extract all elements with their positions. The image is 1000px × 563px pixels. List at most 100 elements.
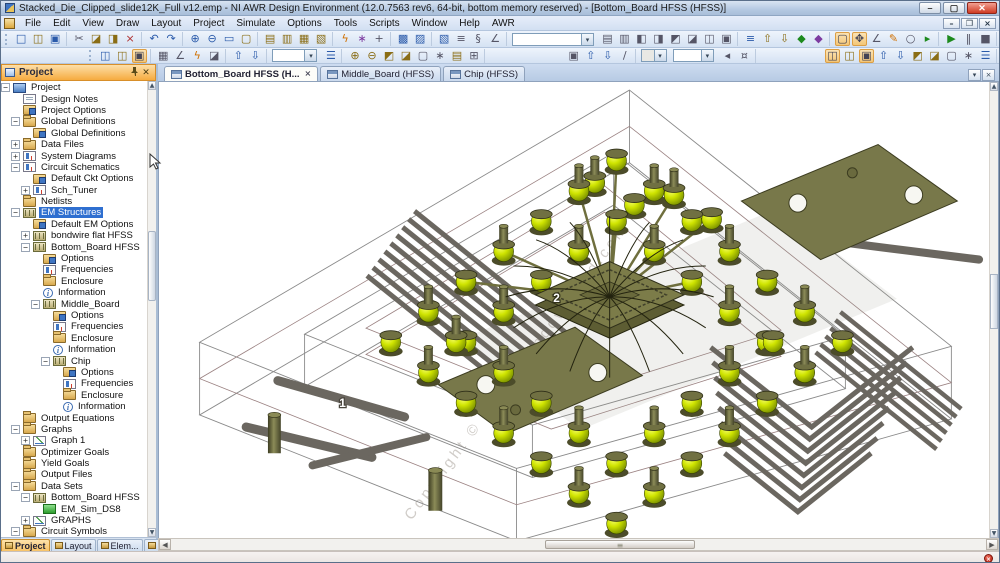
freeze-icon[interactable]: ▣ [719, 32, 734, 46]
combo-dropdown-icon[interactable]: ▾ [581, 34, 593, 45]
expand-toggle[interactable]: + [21, 436, 30, 445]
shift-up-icon[interactable]: ⇧ [876, 49, 891, 63]
annotate-tool-icon[interactable]: ✎ [886, 32, 901, 46]
panel-tab-layout[interactable]: Layout [51, 539, 96, 551]
em-new-structure-icon[interactable]: ◫ [98, 49, 113, 63]
ruler-tool-icon[interactable]: ∠ [869, 32, 884, 46]
split-right-icon[interactable]: ◨ [651, 32, 666, 46]
expand-toggle[interactable]: − [31, 300, 40, 309]
slash-tool-icon[interactable]: / [617, 49, 632, 63]
tree-item-frequencies[interactable]: Frequencies [1, 321, 147, 332]
layers-icon[interactable]: ☰ [978, 49, 993, 63]
layer-stack-icon[interactable]: ≡ [743, 32, 758, 46]
stackup-icon[interactable]: ▤ [449, 49, 464, 63]
align-center-icon[interactable]: ¤ [737, 49, 752, 63]
remove-port-icon[interactable]: ⊖ [364, 49, 379, 63]
tree-item-information[interactable]: Information [1, 344, 147, 355]
tree-item-data-sets[interactable]: −Data Sets [1, 481, 147, 492]
tree-item-circuit-symbols[interactable]: −Circuit Symbols [1, 526, 147, 537]
zoom-window-icon[interactable]: ▭ [222, 32, 237, 46]
menu-help[interactable]: Help [453, 17, 486, 30]
info-tool-icon[interactable]: ○ [903, 32, 918, 46]
window-tile-icon[interactable]: ▨ [413, 32, 428, 46]
expand-toggle[interactable]: + [21, 231, 30, 240]
flag-tool-icon[interactable]: ▸ [920, 32, 935, 46]
tree-item-graphs[interactable]: −Graphs [1, 424, 147, 435]
pan-tool-icon[interactable]: ✥ [852, 32, 867, 46]
zoom-out-icon[interactable]: ⊖ [205, 32, 220, 46]
delete-icon[interactable]: × [123, 32, 138, 46]
tree-item-netlists[interactable]: Netlists [1, 196, 147, 207]
measure-3d-icon[interactable]: ∠ [173, 49, 188, 63]
variable-browser-icon[interactable]: ∗ [355, 32, 370, 46]
script-editor-icon[interactable]: § [471, 32, 486, 46]
menu-simulate[interactable]: Simulate [230, 17, 281, 30]
tree-item-circuit-schematics[interactable]: −Circuit Schematics [1, 162, 147, 173]
doc-tab-close-icon[interactable]: × [305, 70, 312, 78]
menu-options[interactable]: Options [281, 17, 327, 30]
scroll-right-icon[interactable]: ▶ [986, 539, 998, 550]
cut-plane-icon[interactable]: ◪ [207, 49, 222, 63]
doc-tab-chip-hfss[interactable]: Chip (HFSS) [443, 66, 525, 81]
scroll-down-icon[interactable]: ▼ [148, 528, 156, 537]
tree-item-options[interactable]: Options [1, 367, 147, 378]
pair-b-icon[interactable]: ◪ [927, 49, 942, 63]
save-project-icon[interactable]: ▣ [48, 32, 63, 46]
doc-tab-middle-board-hfss[interactable]: Middle_Board (HFSS) [320, 66, 441, 81]
panel-tab-project[interactable]: Project [1, 539, 50, 551]
expand-toggle[interactable]: − [11, 208, 20, 217]
new-schematic-icon[interactable]: ▤ [263, 32, 278, 46]
mdi-minimize-button[interactable]: – [943, 18, 960, 29]
align-left-icon[interactable]: ◂ [720, 49, 735, 63]
scroll-up-icon[interactable]: ▲ [148, 81, 156, 90]
tree-item-default-ckt-options[interactable]: Default Ckt Options [1, 173, 147, 184]
selection-combo[interactable]: ▾ [512, 33, 594, 46]
expand-toggle[interactable]: − [11, 527, 20, 536]
grid-size-combo[interactable]: ▾ [641, 49, 666, 62]
merge-cells-icon[interactable]: ◫ [702, 32, 717, 46]
tree-item-bondwire-flat-hfss[interactable]: +bondwire flat HFSS [1, 230, 147, 241]
snap-grid-icon[interactable]: ▣ [566, 49, 581, 63]
expand-toggle[interactable]: − [41, 357, 50, 366]
panel-tab-elem[interactable]: Elem... [97, 539, 143, 551]
snap-combo[interactable]: ▾ [673, 49, 714, 62]
em-3d-view-icon[interactable]: ▣ [132, 49, 147, 63]
tree-item-project[interactable]: −Project [1, 82, 147, 93]
new-system-diagram-icon[interactable]: ▥ [280, 32, 295, 46]
tree-item-design-notes[interactable]: Design Notes [1, 93, 147, 104]
layer-manager-icon[interactable]: ☰ [323, 49, 338, 63]
mdi-close-button[interactable]: × [979, 18, 996, 29]
tile-vertical-icon[interactable]: ▥ [617, 32, 632, 46]
minimize-button[interactable]: – [919, 2, 941, 14]
close-button[interactable]: ✕ [967, 2, 997, 14]
split-left-icon[interactable]: ◧ [634, 32, 649, 46]
expand-toggle[interactable]: + [11, 140, 20, 149]
menu-tools[interactable]: Tools [328, 17, 363, 30]
measure-icon[interactable]: ∠ [488, 32, 503, 46]
pair-faces-icon[interactable]: ◪ [398, 49, 413, 63]
export-gds-icon[interactable]: ◆ [794, 32, 809, 46]
hfss-3d-scene[interactable]: Copyright © 2018 _windownload.com [159, 82, 989, 538]
pair-edges-icon[interactable]: ◩ [381, 49, 396, 63]
tree-item-bottom-board-hfss[interactable]: −Bottom_Board HFSS [1, 241, 147, 252]
mdi-restore-button[interactable]: ❐ [961, 18, 978, 29]
toolbar-grip[interactable] [89, 50, 92, 61]
em-3d-view[interactable]: Copyright © 2018 _windownload.com [158, 81, 999, 538]
combo-dropdown-icon[interactable]: ▾ [304, 50, 316, 61]
panel-close-icon[interactable]: ✕ [140, 67, 152, 79]
add-port-icon[interactable]: ⊕ [347, 49, 362, 63]
maximize-button[interactable]: ▢ [943, 2, 965, 14]
move-up-icon[interactable]: ⇧ [231, 49, 246, 63]
move-down-icon[interactable]: ⇩ [248, 49, 263, 63]
split-bottom-icon[interactable]: ◪ [685, 32, 700, 46]
expand-toggle[interactable]: + [11, 152, 20, 161]
export-layout-icon[interactable]: ⇧ [760, 32, 775, 46]
tree-scroll-thumb[interactable] [148, 231, 156, 301]
tree-item-global-definitions[interactable]: −Global Definitions [1, 116, 147, 127]
tuner-pin-icon[interactable]: + [372, 32, 387, 46]
combo-dropdown-icon[interactable]: ▾ [701, 50, 713, 61]
open-project-icon[interactable]: ◫ [31, 32, 46, 46]
tree-item-system-diagrams[interactable]: +System Diagrams [1, 150, 147, 161]
pair-a-icon[interactable]: ◩ [910, 49, 925, 63]
menu-awr[interactable]: AWR [486, 17, 521, 30]
